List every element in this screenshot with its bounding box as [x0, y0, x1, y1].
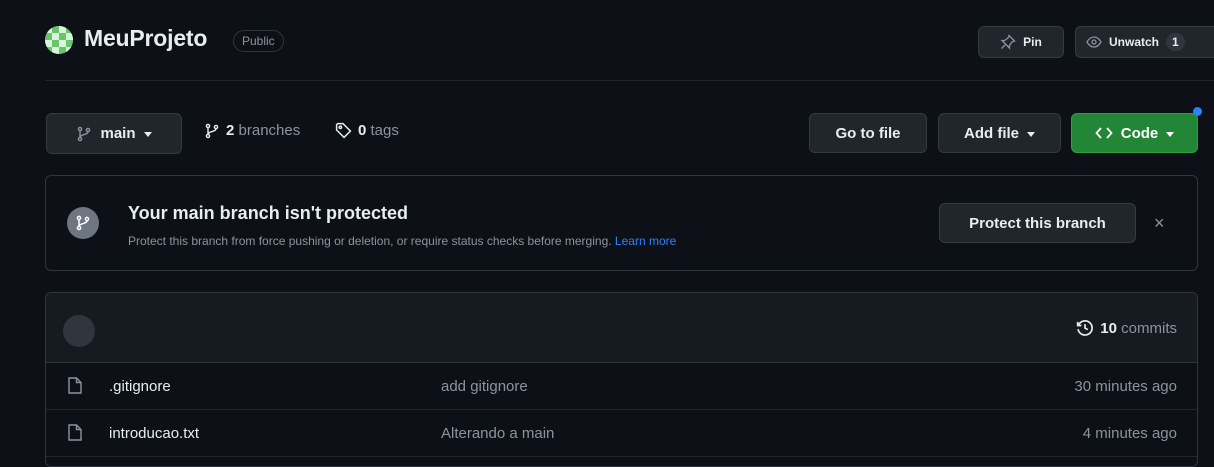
branches-link[interactable]: 2 branches [204, 122, 300, 139]
tags-link[interactable]: 0 tags [335, 122, 399, 139]
avatar[interactable] [63, 315, 95, 347]
eye-icon [1086, 34, 1102, 50]
code-icon [1095, 126, 1113, 140]
repo-name[interactable]: MeuProjeto [84, 25, 207, 52]
notification-dot [1193, 107, 1202, 116]
chevron-down-icon [1166, 131, 1175, 137]
commits-label: commits [1121, 319, 1177, 337]
commit-message-link[interactable]: add gitignore [441, 378, 528, 395]
repo-avatar [45, 26, 73, 54]
protect-branch-button[interactable]: Protect this branch [939, 203, 1136, 243]
visibility-badge: Public [233, 30, 284, 52]
close-icon[interactable]: × [1154, 214, 1165, 232]
git-branch-icon [204, 123, 220, 139]
commit-message-link[interactable]: Alterando a main [441, 425, 554, 442]
branch-name: main [100, 125, 136, 142]
code-label: Code [1120, 124, 1159, 142]
banner-description: Protect this branch from force pushing o… [128, 234, 676, 248]
git-branch-icon [67, 207, 99, 239]
watch-count: 1 [1166, 33, 1185, 51]
history-icon [1076, 319, 1094, 337]
file-icon [68, 424, 82, 446]
add-file-button[interactable]: Add file [938, 113, 1061, 153]
git-branch-icon [76, 126, 92, 142]
protect-branch-label: Protect this branch [969, 214, 1106, 232]
header-divider [45, 80, 1214, 81]
branches-label: branches [238, 122, 301, 139]
learn-more-link[interactable]: Learn more [615, 234, 676, 248]
banner-title: Your main branch isn't protected [128, 203, 408, 223]
chevron-down-icon [143, 132, 152, 137]
banner-description-text: Protect this branch from force pushing o… [128, 234, 612, 248]
unwatch-label: Unwatch [1109, 35, 1160, 49]
commits-link[interactable]: 10 commits [1076, 319, 1177, 337]
commit-time: 30 minutes ago [1074, 378, 1177, 395]
go-to-file-button[interactable]: Go to file [809, 113, 927, 153]
tag-icon [335, 122, 352, 139]
pin-button[interactable]: Pin [978, 26, 1064, 58]
commit-time: 4 minutes ago [1082, 425, 1177, 442]
table-row[interactable]: introducao.txt Alterando a main 4 minute… [46, 410, 1197, 457]
commits-count: 10 [1100, 319, 1117, 337]
tags-count: 0 [358, 122, 367, 139]
file-name-link[interactable]: introducao.txt [109, 425, 199, 442]
file-icon [68, 377, 82, 399]
latest-commit-bar: 10 commits [46, 293, 1197, 363]
branch-protection-banner: Your main branch isn't protected Protect… [45, 175, 1198, 271]
unwatch-button[interactable]: Unwatch 1 [1075, 26, 1214, 58]
go-to-file-label: Go to file [835, 124, 901, 142]
file-name-link[interactable]: .gitignore [109, 378, 171, 395]
add-file-label: Add file [964, 124, 1019, 142]
pin-label: Pin [1023, 35, 1042, 49]
code-button[interactable]: Code [1071, 113, 1198, 153]
tags-label: tags [370, 122, 399, 139]
branches-count: 2 [226, 122, 235, 139]
chevron-down-icon [1027, 131, 1035, 137]
file-table: 10 commits .gitignore add gitignore 30 m… [45, 292, 1198, 467]
table-row[interactable]: .gitignore add gitignore 30 minutes ago [46, 363, 1197, 410]
branch-selector[interactable]: main [46, 113, 182, 154]
pin-icon [1000, 34, 1016, 50]
